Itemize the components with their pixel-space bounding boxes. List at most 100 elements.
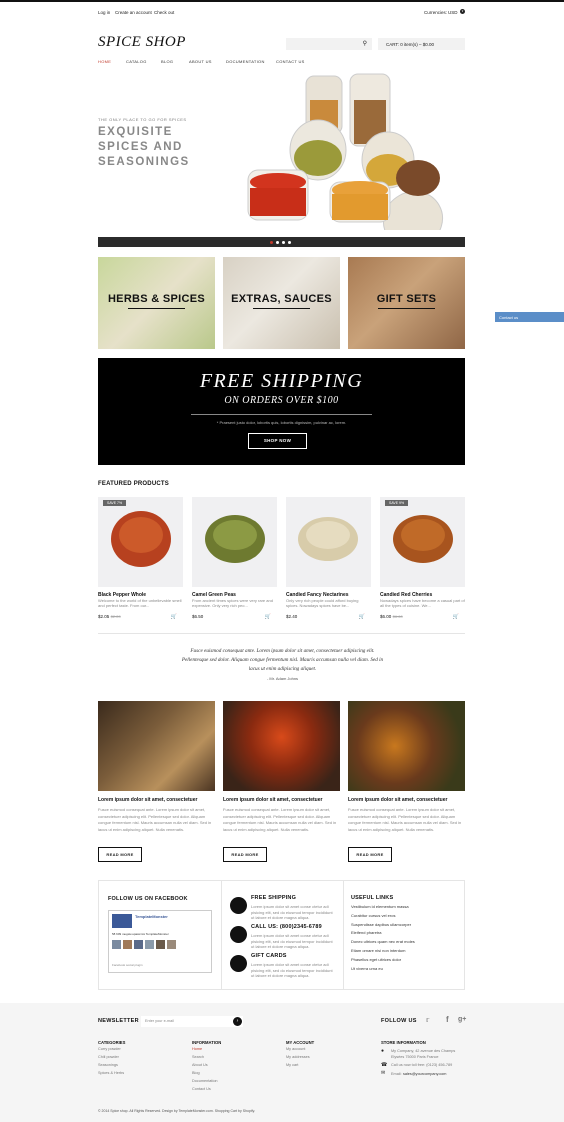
cart-summary[interactable]: CART: 0 item(s) – $0.00 [378,38,465,50]
footer-link[interactable]: Contact Us [192,1085,221,1093]
map-pin-icon: ● [381,1048,385,1054]
useful-link[interactable]: Vestibulum id elementum massa [351,903,459,912]
product-image[interactable]: SAVE 9% [380,497,465,587]
product-image[interactable] [192,497,277,587]
product-price-row: $2.40 🛒 [286,614,371,622]
chevron-down-icon[interactable]: ▾ [460,9,465,14]
hero-title: EXQUISITE SPICES AND SEASONINGS [98,126,190,168]
blog-image[interactable] [98,701,215,791]
service-title: FREE SHIPPING [251,895,297,901]
category-herbs-spices[interactable]: HERBS & SPICES [98,257,215,349]
spice-pile-image [111,511,171,567]
footer-link[interactable]: My addresses [286,1053,314,1061]
free-shipping-banner: FREE SHIPPING ON ORDERS OVER $100 * Prae… [98,358,465,465]
facebook-icon[interactable]: f [446,1015,449,1024]
category-gift-sets[interactable]: GIFT SETS [348,257,465,349]
slider-dot[interactable] [282,241,285,244]
currency-label: Currencies: [424,10,448,15]
footer-link[interactable]: Documentation [192,1077,221,1085]
phone-icon [230,926,247,943]
blog-excerpt: Fusce euismod consequat ante. Lorem ipsu… [223,807,337,832]
cart-items: 0 item(s) – $0.00 [400,42,434,47]
search-input[interactable]: ⚲ [286,38,372,50]
service-text: Lorem ipsum dolor sit amet conse ctetur … [251,904,333,920]
shop-now-button[interactable]: SHOP NOW [248,433,307,449]
nav-contact[interactable]: CONTACT US [276,59,305,64]
footer-link[interactable]: Spices & Herbs [98,1069,125,1077]
useful-link[interactable]: Curabitur cursus vel eros [351,912,459,921]
footer-link[interactable]: Blog [192,1069,221,1077]
facebook-widget[interactable]: TemplateMonster 58 609 людям нравится Te… [108,910,212,973]
checkout-link[interactable]: Check out [154,10,174,15]
store-email[interactable]: sales@yourcompany.com [403,1072,446,1076]
product-image[interactable] [286,497,371,587]
cart-icon[interactable]: 🛒 [265,614,271,620]
footer-link[interactable]: About Us [192,1061,221,1069]
search-icon[interactable]: ⚲ [363,40,367,47]
slider-dot-active[interactable] [270,241,273,244]
useful-link[interactable]: Etiam ornare nisi non interdum [351,947,459,956]
product-price: $6.00 [380,614,392,619]
footer-categories: CATEGORIES Curry powder Chili powder Sea… [98,1040,125,1077]
footer-col-title: STORE INFORMATION [381,1040,426,1045]
cart-icon[interactable]: 🛒 [359,614,365,620]
useful-link[interactable]: Suspendisse dapibus ullamcorper [351,921,459,930]
blog-title[interactable]: Lorem ipsum dolor sit amet, consectetuer [98,797,215,803]
blog-image[interactable] [223,701,340,791]
submit-arrow-icon[interactable]: › [233,1017,242,1026]
read-more-button[interactable]: READ MORE [223,847,267,862]
testimonial-author: - Mr. Adam Johns [266,676,299,681]
footer-link[interactable]: My cart [286,1061,314,1069]
nav-about[interactable]: ABOUT US [189,59,212,64]
product-description: Only very rich people could afford buyin… [286,598,359,608]
contact-us-tab[interactable]: Contact us [495,312,564,322]
follow-us-title: FOLLOW US [381,1018,417,1024]
google-plus-icon[interactable]: g+ [458,1016,466,1023]
blog-title[interactable]: Lorem ipsum dolor sit amet, consectetuer [348,797,465,803]
mail-icon: ✉ [381,1070,386,1076]
newsletter-email-input[interactable]: Enter your e-mail › [141,1016,243,1027]
product-image[interactable]: SAVE 7% [98,497,183,587]
blog-post: Lorem ipsum dolor sit amet, consectetuer… [98,797,215,833]
footer-information: INFORMATION Home Search About Us Blog Do… [192,1040,221,1093]
footer-link[interactable]: Search [192,1053,221,1061]
useful-link[interactable]: Ut viverra urna eu [351,965,459,974]
cart-icon[interactable]: 🛒 [453,614,459,620]
blog-title[interactable]: Lorem ipsum dolor sit amet, consectetuer [223,797,340,803]
slider-dot[interactable] [276,241,279,244]
blog-excerpt: Fusce euismod consequat ante. Lorem ipsu… [348,807,462,832]
footer-link[interactable]: Seasonings [98,1061,125,1069]
footer-link[interactable]: Home [192,1045,221,1053]
slider-dot[interactable] [288,241,291,244]
read-more-button[interactable]: READ MORE [98,847,142,862]
nav-catalog[interactable]: CATALOG [126,59,147,64]
banner-title: FREE SHIPPING [199,370,364,392]
nav-home[interactable]: HOME [98,59,111,64]
product-card: Candied Fancy Nectarines Only very rich … [286,592,371,608]
facebook-page-name[interactable]: TemplateMonster [135,914,168,919]
blog-image[interactable] [348,701,465,791]
sale-badge: SAVE 9% [385,500,409,506]
category-label: HERBS & SPICES [107,293,206,305]
footer-link[interactable]: Chili powder [98,1053,125,1061]
read-more-button[interactable]: READ MORE [348,847,392,862]
nav-blog[interactable]: BLOG [161,59,173,64]
footer-account: MY ACCOUNT My account My addresses My ca… [286,1040,314,1069]
cart-icon[interactable]: 🛒 [171,614,177,620]
twitter-icon[interactable]: 𝕣 [426,1016,429,1024]
logo[interactable]: SPICE SHOP [98,34,186,51]
currency-select[interactable]: USD [448,10,458,15]
footer-link[interactable]: My account [286,1045,314,1053]
product-card: Black Pepper Whole Welcome to the world … [98,592,183,608]
useful-link[interactable]: Eleifend pharetra [351,929,459,938]
nav-documentation[interactable]: DOCUMENTATION [226,59,265,64]
login-link[interactable]: Log in [98,10,110,15]
create-account-link[interactable]: Create an account [115,10,152,15]
product-price-row: $6.50 🛒 [192,614,277,622]
copyright: © 2014 Spice shop. All Rights Reserved. … [98,1109,256,1113]
product-card: Candied Red Cherries Nowadays spices hav… [380,592,465,608]
footer-link[interactable]: Curry powder [98,1045,125,1053]
useful-link[interactable]: Donec ultrices quam nec erat moles [351,938,459,947]
category-extras-sauces[interactable]: EXTRAS, SAUCES [223,257,340,349]
useful-link[interactable]: Phasellus eget ultrices dolor [351,956,459,965]
